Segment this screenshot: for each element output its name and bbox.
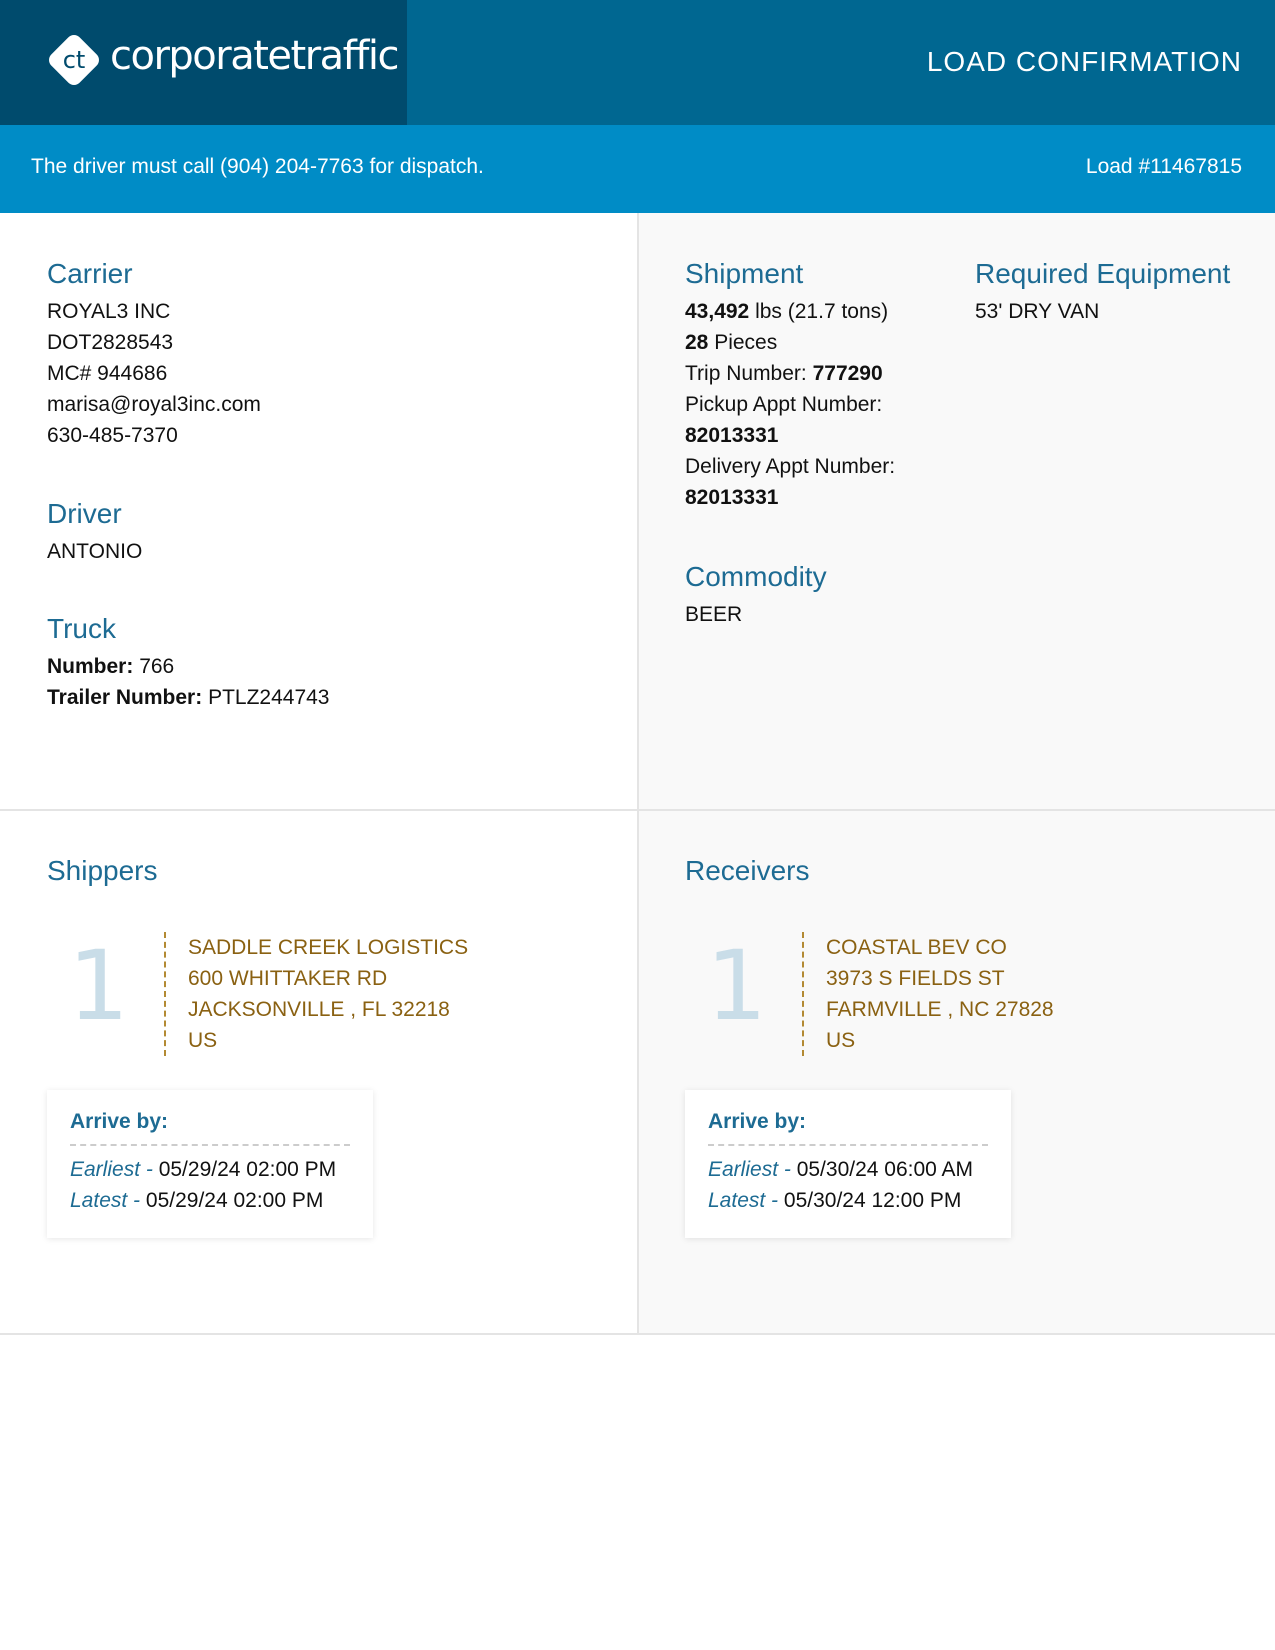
driver-section: Driver ANTONIO bbox=[47, 498, 142, 567]
shipper-country: US bbox=[188, 1029, 218, 1052]
commodity-value: BEER bbox=[685, 603, 743, 626]
driver-name: ANTONIO bbox=[47, 540, 143, 563]
pickup-value: 82013331 bbox=[685, 424, 779, 447]
shipper-latest: Latest - 05/29/24 02:00 PM bbox=[70, 1185, 350, 1216]
column-divider bbox=[637, 213, 639, 1333]
receiver-city: FARMVILLE , NC 27828 bbox=[826, 998, 1054, 1021]
truck-number-value: 766 bbox=[139, 655, 175, 678]
document-title: LOAD CONFIRMATION bbox=[926, 46, 1242, 77]
receiver-name: COASTAL BEV CO bbox=[826, 936, 1007, 959]
trip-label: Trip Number: bbox=[685, 362, 807, 385]
trailer-number-label: Trailer Number: bbox=[47, 686, 203, 709]
shippers-section: Shippers bbox=[47, 855, 158, 893]
receiver-address: COASTAL BEV CO 3973 S FIELDS ST FARMVILL… bbox=[802, 932, 1054, 1056]
truck-number: Number: 766 bbox=[47, 651, 329, 682]
dispatch-message: The driver must call (904) 204-7763 for … bbox=[31, 155, 484, 178]
truck-section: Truck Number: 766 Trailer Number: PTLZ24… bbox=[47, 613, 329, 713]
truck-heading: Truck bbox=[47, 613, 116, 644]
receiver-earliest: Earliest - 05/30/24 06:00 AM bbox=[708, 1154, 988, 1185]
row-divider bbox=[0, 809, 1275, 811]
shipment-weight: 43,492 lbs (21.7 tons) bbox=[685, 296, 895, 327]
delivery-value: 82013331 bbox=[685, 486, 779, 509]
receiver-stop-number: 1 bbox=[706, 930, 768, 1042]
shipper-latest-value: 05/29/24 02:00 PM bbox=[145, 1189, 324, 1212]
equipment-value: 53' DRY VAN bbox=[975, 300, 1100, 323]
carrier-mc: MC# 944686 bbox=[47, 362, 168, 385]
truck-number-label: Number: bbox=[47, 655, 134, 678]
dispatch-bar: The driver must call (904) 204-7763 for … bbox=[0, 125, 1275, 213]
carrier-dot: DOT2828543 bbox=[47, 331, 174, 354]
logo-text: corporatetraffic bbox=[110, 33, 399, 79]
trailer-number: Trailer Number: PTLZ244743 bbox=[47, 682, 329, 713]
driver-heading: Driver bbox=[47, 498, 122, 529]
logo: ct corporatetraffic bbox=[0, 0, 407, 125]
receiver-latest-label: Latest - bbox=[708, 1189, 779, 1212]
delivery-label: Delivery Appt Number: bbox=[685, 455, 896, 478]
shipper-earliest-value: 05/29/24 02:00 PM bbox=[158, 1158, 337, 1181]
receiver-street: 3973 S FIELDS ST bbox=[826, 967, 1005, 990]
receivers-heading: Receivers bbox=[685, 855, 810, 886]
shipper-latest-label: Latest - bbox=[70, 1189, 141, 1212]
shipper-name: SADDLE CREEK LOGISTICS bbox=[188, 936, 469, 959]
receiver-arrive-card: Arrive by: Earliest - 05/30/24 06:00 AM … bbox=[685, 1090, 1011, 1238]
weight-value: 43,492 bbox=[685, 300, 750, 323]
receiver-country: US bbox=[826, 1029, 856, 1052]
shipper-stop-number: 1 bbox=[68, 930, 130, 1042]
receiver-latest: Latest - 05/30/24 12:00 PM bbox=[708, 1185, 988, 1216]
shippers-heading: Shippers bbox=[47, 855, 158, 886]
shipment-section: Shipment 43,492 lbs (21.7 tons) 28 Piece… bbox=[685, 258, 895, 513]
trip-value: 777290 bbox=[812, 362, 883, 385]
carrier-section: Carrier ROYAL3 INC DOT2828543 MC# 944686… bbox=[47, 258, 261, 451]
shipper-city: JACKSONVILLE , FL 32218 bbox=[188, 998, 450, 1021]
equipment-heading: Required Equipment bbox=[975, 258, 1231, 289]
trip-number: Trip Number: 777290 bbox=[685, 358, 895, 389]
load-number: Load #11467815 bbox=[1085, 155, 1242, 178]
receivers-section: Receivers bbox=[685, 855, 809, 893]
pieces-suffix: Pieces bbox=[714, 331, 778, 354]
carrier-name: ROYAL3 INC bbox=[47, 300, 171, 323]
trailer-number-value: PTLZ244743 bbox=[208, 686, 330, 709]
shipper-earliest: Earliest - 05/29/24 02:00 PM bbox=[70, 1154, 350, 1185]
carrier-email[interactable]: marisa@royal3inc.com bbox=[47, 389, 261, 420]
receiver-latest-value: 05/30/24 12:00 PM bbox=[783, 1189, 962, 1212]
shipper-street: 600 WHITTAKER RD bbox=[188, 967, 388, 990]
receiver-arrive-label: Arrive by: bbox=[708, 1110, 988, 1146]
weight-suffix: lbs (21.7 tons) bbox=[755, 300, 889, 323]
commodity-heading: Commodity bbox=[685, 561, 827, 592]
bottom-divider bbox=[0, 1333, 1275, 1335]
shipper-earliest-label: Earliest - bbox=[70, 1158, 153, 1181]
commodity-section: Commodity BEER bbox=[685, 561, 827, 630]
pieces-value: 28 bbox=[685, 331, 709, 354]
shipper-arrive-card: Arrive by: Earliest - 05/29/24 02:00 PM … bbox=[47, 1090, 373, 1238]
carrier-heading: Carrier bbox=[47, 258, 133, 289]
shipper-arrive-label: Arrive by: bbox=[70, 1110, 350, 1146]
equipment-section: Required Equipment 53' DRY VAN bbox=[975, 258, 1230, 327]
carrier-phone[interactable]: 630-485-7370 bbox=[47, 420, 261, 451]
receiver-earliest-label: Earliest - bbox=[708, 1158, 791, 1181]
svg-text:ct: ct bbox=[63, 46, 86, 74]
receiver-earliest-value: 05/30/24 06:00 AM bbox=[796, 1158, 974, 1181]
ct-logo-icon: ct bbox=[49, 35, 99, 85]
shipper-address: SADDLE CREEK LOGISTICS 600 WHITTAKER RD … bbox=[164, 932, 468, 1056]
shipment-heading: Shipment bbox=[685, 258, 804, 289]
pickup-label: Pickup Appt Number: bbox=[685, 393, 883, 416]
shipment-pieces: 28 Pieces bbox=[685, 327, 895, 358]
page-header: ct corporatetraffic LOAD CONFIRMATION bbox=[0, 0, 1275, 125]
